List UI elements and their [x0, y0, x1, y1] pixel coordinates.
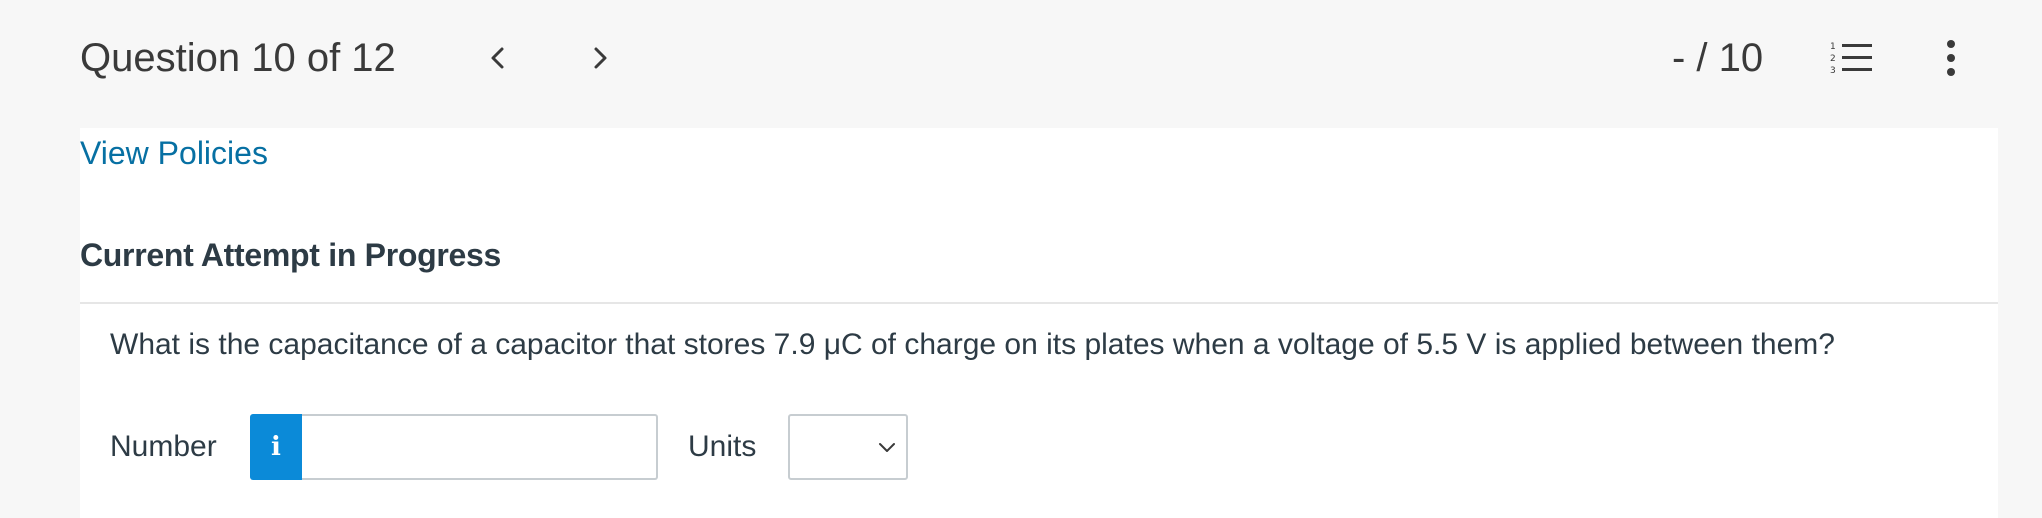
units-dropdown[interactable] [788, 414, 908, 480]
question-score: - / 10 [1672, 36, 1764, 80]
question-text: What is the capacitance of a capacitor t… [110, 328, 1835, 361]
number-info-button[interactable]: i [250, 414, 302, 480]
chevron-right-icon [594, 47, 607, 69]
chevron-down-icon [879, 443, 895, 452]
question-list-button[interactable]: 1 2 3 [1830, 40, 1876, 76]
info-icon: i [271, 432, 281, 462]
svg-text:1: 1 [1830, 42, 1836, 52]
question-counter: Question 10 of 12 [80, 36, 396, 80]
number-input[interactable] [302, 414, 658, 480]
view-policies-link[interactable]: View Policies [80, 130, 268, 176]
more-options-button[interactable] [1937, 38, 1965, 78]
next-question-button[interactable] [581, 38, 621, 78]
attempt-heading: Current Attempt in Progress [80, 237, 501, 273]
numbered-list-icon: 1 2 3 [1830, 42, 1872, 76]
section-divider [80, 302, 1998, 304]
number-label: Number [110, 430, 217, 463]
svg-text:3: 3 [1830, 66, 1836, 76]
more-vertical-icon [1947, 40, 1955, 76]
quiz-header: Question 10 of 12 - / 10 1 2 3 [0, 0, 2042, 128]
svg-text:2: 2 [1830, 54, 1836, 64]
quiz-page: Question 10 of 12 - / 10 1 2 3 View Poli… [0, 0, 2042, 518]
chevron-left-icon [491, 47, 504, 69]
question-panel: View Policies Current Attempt in Progres… [80, 128, 1998, 518]
units-label: Units [688, 430, 757, 463]
previous-question-button[interactable] [477, 38, 517, 78]
answer-row: Number i Units [110, 414, 1910, 480]
